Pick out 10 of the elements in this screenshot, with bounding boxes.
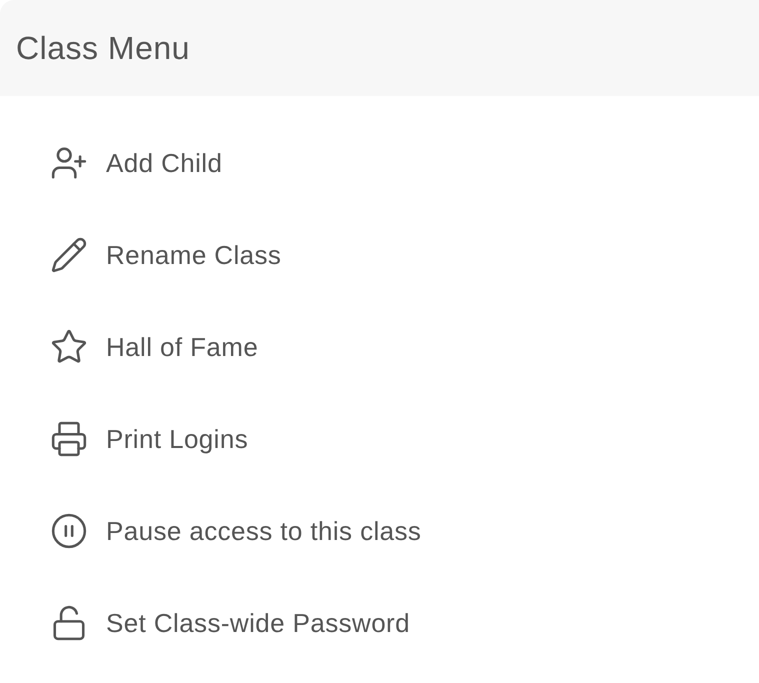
menu-item[interactable]: Hall of Fame bbox=[0, 301, 759, 393]
pencil-icon bbox=[50, 236, 88, 274]
menu-item[interactable]: Rename Class bbox=[0, 209, 759, 301]
menu-item[interactable]: Print Logins bbox=[0, 393, 759, 485]
menu-item[interactable]: Add Child bbox=[0, 117, 759, 209]
menu-title: Class Menu bbox=[16, 30, 190, 66]
printer-icon bbox=[50, 420, 88, 458]
pause-icon bbox=[50, 512, 88, 550]
menu-item[interactable]: Set Class-wide Password bbox=[0, 577, 759, 669]
menu-item[interactable]: Pause access to this class bbox=[0, 485, 759, 577]
